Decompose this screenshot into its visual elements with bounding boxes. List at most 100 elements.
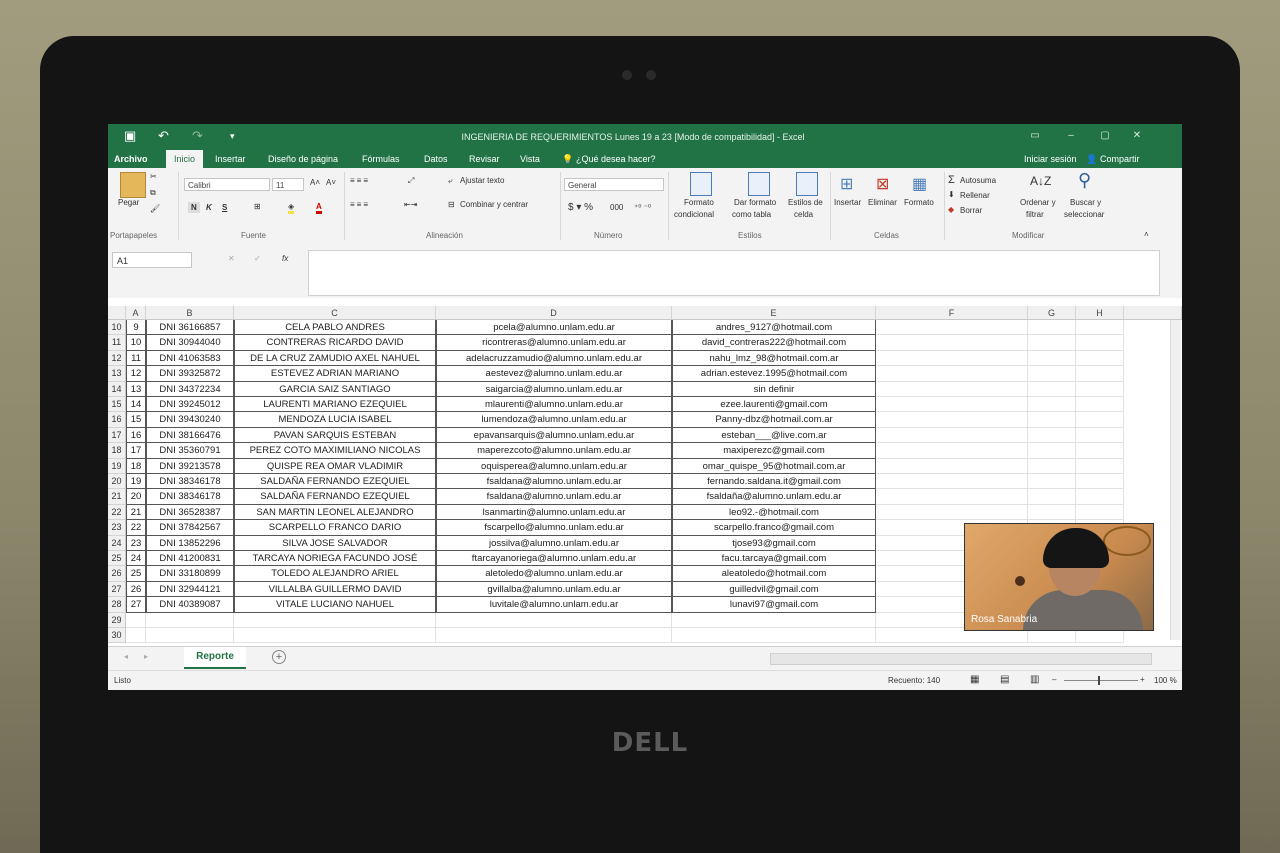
cell-e[interactable]: david_contreras222@hotmail.com [672, 335, 876, 351]
cell-e[interactable]: facu.tarcaya@gmail.com [672, 551, 876, 567]
cell-b[interactable]: DNI 39325872 [146, 366, 234, 382]
cell-c[interactable]: MENDOZA LUCIA ISABEL [234, 412, 436, 428]
cancel-formula-icon[interactable]: ✕ [228, 254, 235, 263]
cell-a[interactable]: 25 [126, 566, 146, 582]
row-header[interactable]: 29 [108, 612, 126, 628]
cell-c[interactable]: SCARPELLO FRANCO DARIO [234, 520, 436, 536]
cell-d[interactable]: fsaldana@alumno.unlam.edu.ar [436, 474, 672, 490]
row-header[interactable]: 15 [108, 397, 126, 413]
minimize-icon[interactable]: – [1064, 130, 1078, 142]
cell-a[interactable]: 21 [126, 504, 146, 521]
cell-e[interactable]: fsaldaña@alumno.unlam.edu.ar [672, 489, 876, 505]
cell-empty[interactable] [1028, 412, 1076, 428]
cell-empty[interactable] [1028, 458, 1076, 474]
undo-icon[interactable]: ↶ [158, 128, 169, 144]
cell-empty[interactable] [876, 320, 1028, 336]
cell-c[interactable]: GARCIA SAIZ SANTIAGO [234, 381, 436, 397]
cell-c[interactable]: TARCAYA NORIEGA FACUNDO JOSÉ [234, 551, 436, 567]
cell-empty[interactable] [1028, 443, 1076, 459]
paste-button[interactable]: Pegar [118, 198, 139, 207]
cell-c[interactable]: CELA PABLO ANDRES [234, 320, 436, 336]
cell-d[interactable]: adelacruzzamudio@alumno.unlam.edu.ar [436, 350, 672, 367]
cell-empty[interactable] [1076, 427, 1124, 444]
tab-diseno-pagina[interactable]: Diseño de página [268, 154, 338, 164]
find-select-label-2[interactable]: seleccionar [1064, 210, 1104, 219]
cell-b[interactable]: DNI 38346178 [146, 474, 234, 490]
cell-a[interactable] [126, 612, 146, 628]
cell-e[interactable]: aleatoledo@hotmail.com [672, 566, 876, 582]
cell-empty[interactable] [1076, 458, 1124, 474]
cell-b[interactable]: DNI 41200831 [146, 551, 234, 567]
cell-c[interactable]: SALDAÑA FERNANDO EZEQUIEL [234, 474, 436, 490]
sort-filter-icon[interactable]: A↓Z [1030, 174, 1051, 188]
cell-c[interactable] [234, 612, 436, 628]
conditional-format-label-2[interactable]: condicional [674, 210, 714, 219]
cut-icon[interactable]: ✂ [150, 172, 157, 181]
cell-e[interactable]: tjose93@gmail.com [672, 535, 876, 551]
collapse-ribbon-icon[interactable]: ˄ [1144, 230, 1149, 239]
cell-b[interactable]: DNI 39245012 [146, 397, 234, 413]
cell-e[interactable]: guilledvil@gmail.com [672, 581, 876, 598]
cell-d[interactable]: saigarcia@alumno.unlam.edu.ar [436, 381, 672, 397]
cell-d[interactable]: lumendoza@alumno.unlam.edu.ar [436, 412, 672, 428]
cell-empty[interactable] [1028, 335, 1076, 351]
cell-d[interactable]: jossilva@alumno.unlam.edu.ar [436, 535, 672, 551]
name-box[interactable]: A1 [112, 252, 192, 268]
cell-empty[interactable] [1076, 474, 1124, 490]
row-header[interactable]: 12 [108, 350, 126, 367]
thousands-icon[interactable]: 000 [610, 203, 623, 212]
increase-font-icon[interactable]: A˄ [310, 178, 320, 187]
cell-empty[interactable] [1028, 350, 1076, 367]
row-header[interactable]: 11 [108, 335, 126, 351]
redo-icon[interactable]: ↷ [192, 128, 203, 144]
tell-me-box[interactable]: ¿Qué desea hacer? [576, 154, 656, 164]
prev-sheet-icon[interactable]: ◂ [124, 652, 128, 661]
cell-b[interactable]: DNI 39430240 [146, 412, 234, 428]
cell-d[interactable]: aestevez@alumno.unlam.edu.ar [436, 366, 672, 382]
format-as-table-label-2[interactable]: como tabla [732, 210, 771, 219]
row-header[interactable]: 25 [108, 551, 126, 567]
column-header[interactable]: C [234, 306, 436, 320]
row-header[interactable]: 21 [108, 489, 126, 505]
save-icon[interactable]: ▣ [124, 128, 136, 144]
cell-empty[interactable] [876, 443, 1028, 459]
bold-button[interactable]: N [188, 202, 200, 213]
align-left-icons[interactable]: ≡≡≡ [350, 200, 370, 209]
merge-icon[interactable]: ⊟ [448, 200, 455, 209]
cell-b[interactable]: DNI 38346178 [146, 489, 234, 505]
cell-e[interactable]: fernando.saldana.it@gmail.com [672, 474, 876, 490]
cell-empty[interactable] [876, 335, 1028, 351]
cell-a[interactable]: 13 [126, 381, 146, 397]
row-header[interactable]: 30 [108, 628, 126, 644]
cell-c[interactable]: SAN MARTIN LEONEL ALEJANDRO [234, 504, 436, 521]
zoom-in-icon[interactable]: + [1140, 675, 1145, 684]
wrap-text-button[interactable]: Ajustar texto [460, 176, 504, 185]
row-header[interactable]: 22 [108, 504, 126, 521]
cell-b[interactable]: DNI 37842567 [146, 520, 234, 536]
row-header[interactable]: 27 [108, 581, 126, 598]
row-header[interactable]: 10 [108, 320, 126, 336]
cell-b[interactable] [146, 628, 234, 644]
number-format-select[interactable]: General [564, 178, 664, 191]
fill-color-icon[interactable]: ◈ [288, 202, 295, 214]
cell-d[interactable]: gvillalba@alumno.unlam.edu.ar [436, 581, 672, 598]
cell-empty[interactable] [1028, 474, 1076, 490]
cell-a[interactable]: 10 [126, 335, 146, 351]
row-header[interactable]: 18 [108, 443, 126, 459]
cell-e[interactable] [672, 612, 876, 628]
formula-input[interactable] [308, 250, 1160, 296]
sort-filter-label-1[interactable]: Ordenar y [1020, 198, 1056, 207]
cell-empty[interactable] [876, 427, 1028, 444]
cell-d[interactable]: epavansarquis@alumno.unlam.edu.ar [436, 427, 672, 444]
align-top-icons[interactable]: ≡≡≡ [350, 176, 370, 185]
tab-archivo[interactable]: Archivo [114, 154, 148, 164]
format-cells-button[interactable]: Formato [904, 198, 934, 207]
fill-icon[interactable]: ⬇ [948, 190, 955, 199]
cell-empty[interactable] [1076, 335, 1124, 351]
cell-empty[interactable] [876, 397, 1028, 413]
cell-empty[interactable] [1076, 381, 1124, 397]
cell-empty[interactable] [1028, 427, 1076, 444]
cell-c[interactable]: SILVA JOSE SALVADOR [234, 535, 436, 551]
cell-a[interactable]: 9 [126, 320, 146, 336]
cell-a[interactable]: 15 [126, 412, 146, 428]
